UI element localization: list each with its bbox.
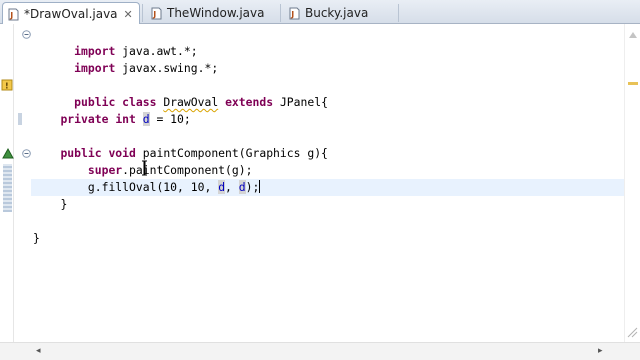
svg-text:J: J	[9, 11, 13, 20]
arrow-right-icon[interactable]: ▸	[598, 346, 603, 356]
tab-separator	[280, 4, 281, 22]
tab-drawoval[interactable]: J *DrawOval.java ✕	[2, 2, 140, 25]
arrow-left-icon[interactable]: ◂	[36, 346, 41, 356]
warning-icon[interactable]: !	[1, 79, 13, 91]
keyword-public: public	[60, 146, 102, 160]
fold-minus-icon[interactable]	[22, 149, 31, 158]
change-bar	[3, 164, 12, 212]
method-signature: paintComponent(Graphics g){	[142, 146, 328, 160]
code-text: );	[245, 180, 260, 194]
code-line: private int d = 10;	[33, 111, 616, 128]
code-line: }	[33, 230, 616, 247]
line-marker	[18, 113, 22, 125]
tab-separator	[398, 4, 399, 22]
code-line: public void paintComponent(Graphics g){	[33, 145, 616, 162]
svg-text:J: J	[290, 10, 294, 19]
java-file-icon: J	[150, 7, 163, 20]
horizontal-scrollbar[interactable]: ◂ ▸	[0, 342, 640, 360]
tab-label: TheWindow.java	[167, 6, 265, 20]
editor-tab-bar: J *DrawOval.java ✕ J TheWindow.java J Bu…	[0, 0, 640, 25]
code-text: g.fillOval(10, 10,	[87, 180, 219, 194]
keyword-super: super	[87, 163, 123, 177]
java-file-icon: J	[7, 8, 20, 21]
field-d: d	[142, 112, 150, 126]
keyword-void: void	[108, 146, 136, 160]
overview-ruler[interactable]	[624, 24, 640, 342]
text-caret	[259, 180, 261, 193]
keyword-int: int	[115, 112, 136, 126]
code-line: super.paintComponent(g);	[33, 162, 616, 179]
current-code-line: g.fillOval(10, 10, d, d);	[31, 179, 624, 196]
tab-thewindow[interactable]: J TheWindow.java	[146, 2, 276, 24]
override-triangle-icon[interactable]	[2, 147, 14, 159]
code-line: }	[33, 196, 616, 213]
code-editor[interactable]: ! import java.awt.*; import javax.swing.…	[0, 24, 640, 342]
tab-label: Bucky.java	[305, 6, 369, 20]
svg-text:J: J	[152, 10, 156, 19]
tab-label: *DrawOval.java	[24, 7, 118, 21]
folding-column	[15, 24, 31, 342]
tab-separator	[142, 4, 143, 22]
code-line: import javax.swing.*;	[33, 43, 616, 75]
code-area[interactable]: import java.awt.*; import javax.swing.*;…	[31, 26, 624, 247]
code-text: ,	[225, 180, 239, 194]
code-line: import java.awt.*;	[33, 26, 616, 58]
code-line: public class DrawOval extends JPanel{	[33, 77, 616, 109]
field-d: d	[238, 180, 246, 194]
fold-minus-icon[interactable]	[22, 30, 31, 39]
keyword-private: private	[60, 112, 109, 126]
code-text: = 10;	[156, 112, 191, 126]
code-text: }	[60, 197, 68, 211]
ibeam-cursor-icon	[142, 160, 147, 176]
svg-text:!: !	[5, 82, 9, 91]
java-file-icon: J	[288, 7, 301, 20]
warning-overview-mark[interactable]	[628, 82, 638, 85]
code-text: }	[33, 231, 40, 245]
tab-bucky[interactable]: J Bucky.java	[284, 2, 394, 24]
resize-grip-icon[interactable]	[626, 326, 638, 338]
close-icon[interactable]: ✕	[124, 8, 133, 21]
arrow-up-icon[interactable]	[628, 31, 638, 39]
